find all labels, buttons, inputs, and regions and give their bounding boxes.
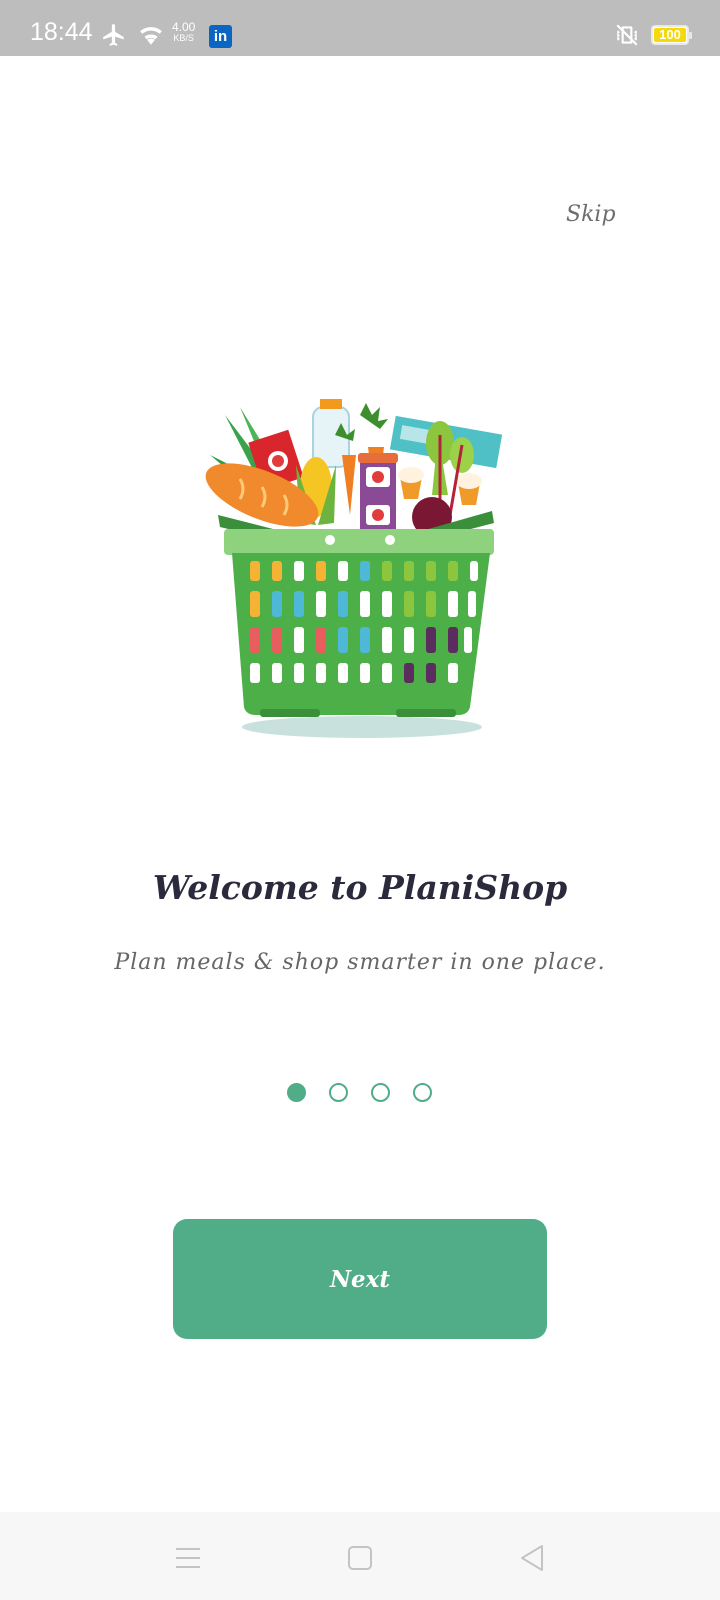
network-speed-unit: KB/S: [173, 33, 194, 43]
page-dot-3[interactable]: [371, 1083, 390, 1102]
home-icon[interactable]: [340, 1538, 380, 1578]
network-speed: 4.00 KB/S: [172, 20, 196, 44]
airplane-icon: [103, 24, 124, 46]
system-nav-bar: [0, 1512, 720, 1600]
network-speed-value: 4.00: [172, 20, 196, 34]
back-icon[interactable]: [512, 1538, 552, 1578]
status-bar: 18:44 4.00 KB/S in 100: [0, 0, 720, 56]
linkedin-icon: in: [209, 25, 232, 48]
battery-icon: 100: [651, 25, 692, 45]
menu-icon[interactable]: [168, 1538, 208, 1578]
wifi-icon: [140, 27, 162, 45]
page-dot-4[interactable]: [413, 1083, 432, 1102]
vibrate-icon: [616, 24, 638, 46]
page-dot-1[interactable]: [287, 1083, 306, 1102]
onboarding-subtitle: Plan meals & shop smarter in one place.: [114, 950, 606, 975]
battery-tip: [689, 32, 692, 39]
status-time: 18:44: [30, 18, 93, 46]
grocery-basket-illustration: [205, 399, 503, 738]
battery-level: 100: [659, 27, 681, 42]
page-dot-2[interactable]: [329, 1083, 348, 1102]
skip-button[interactable]: Skip: [566, 202, 616, 227]
next-button[interactable]: Next: [173, 1219, 547, 1339]
onboarding-title: Welcome to PlaniShop: [152, 868, 568, 907]
